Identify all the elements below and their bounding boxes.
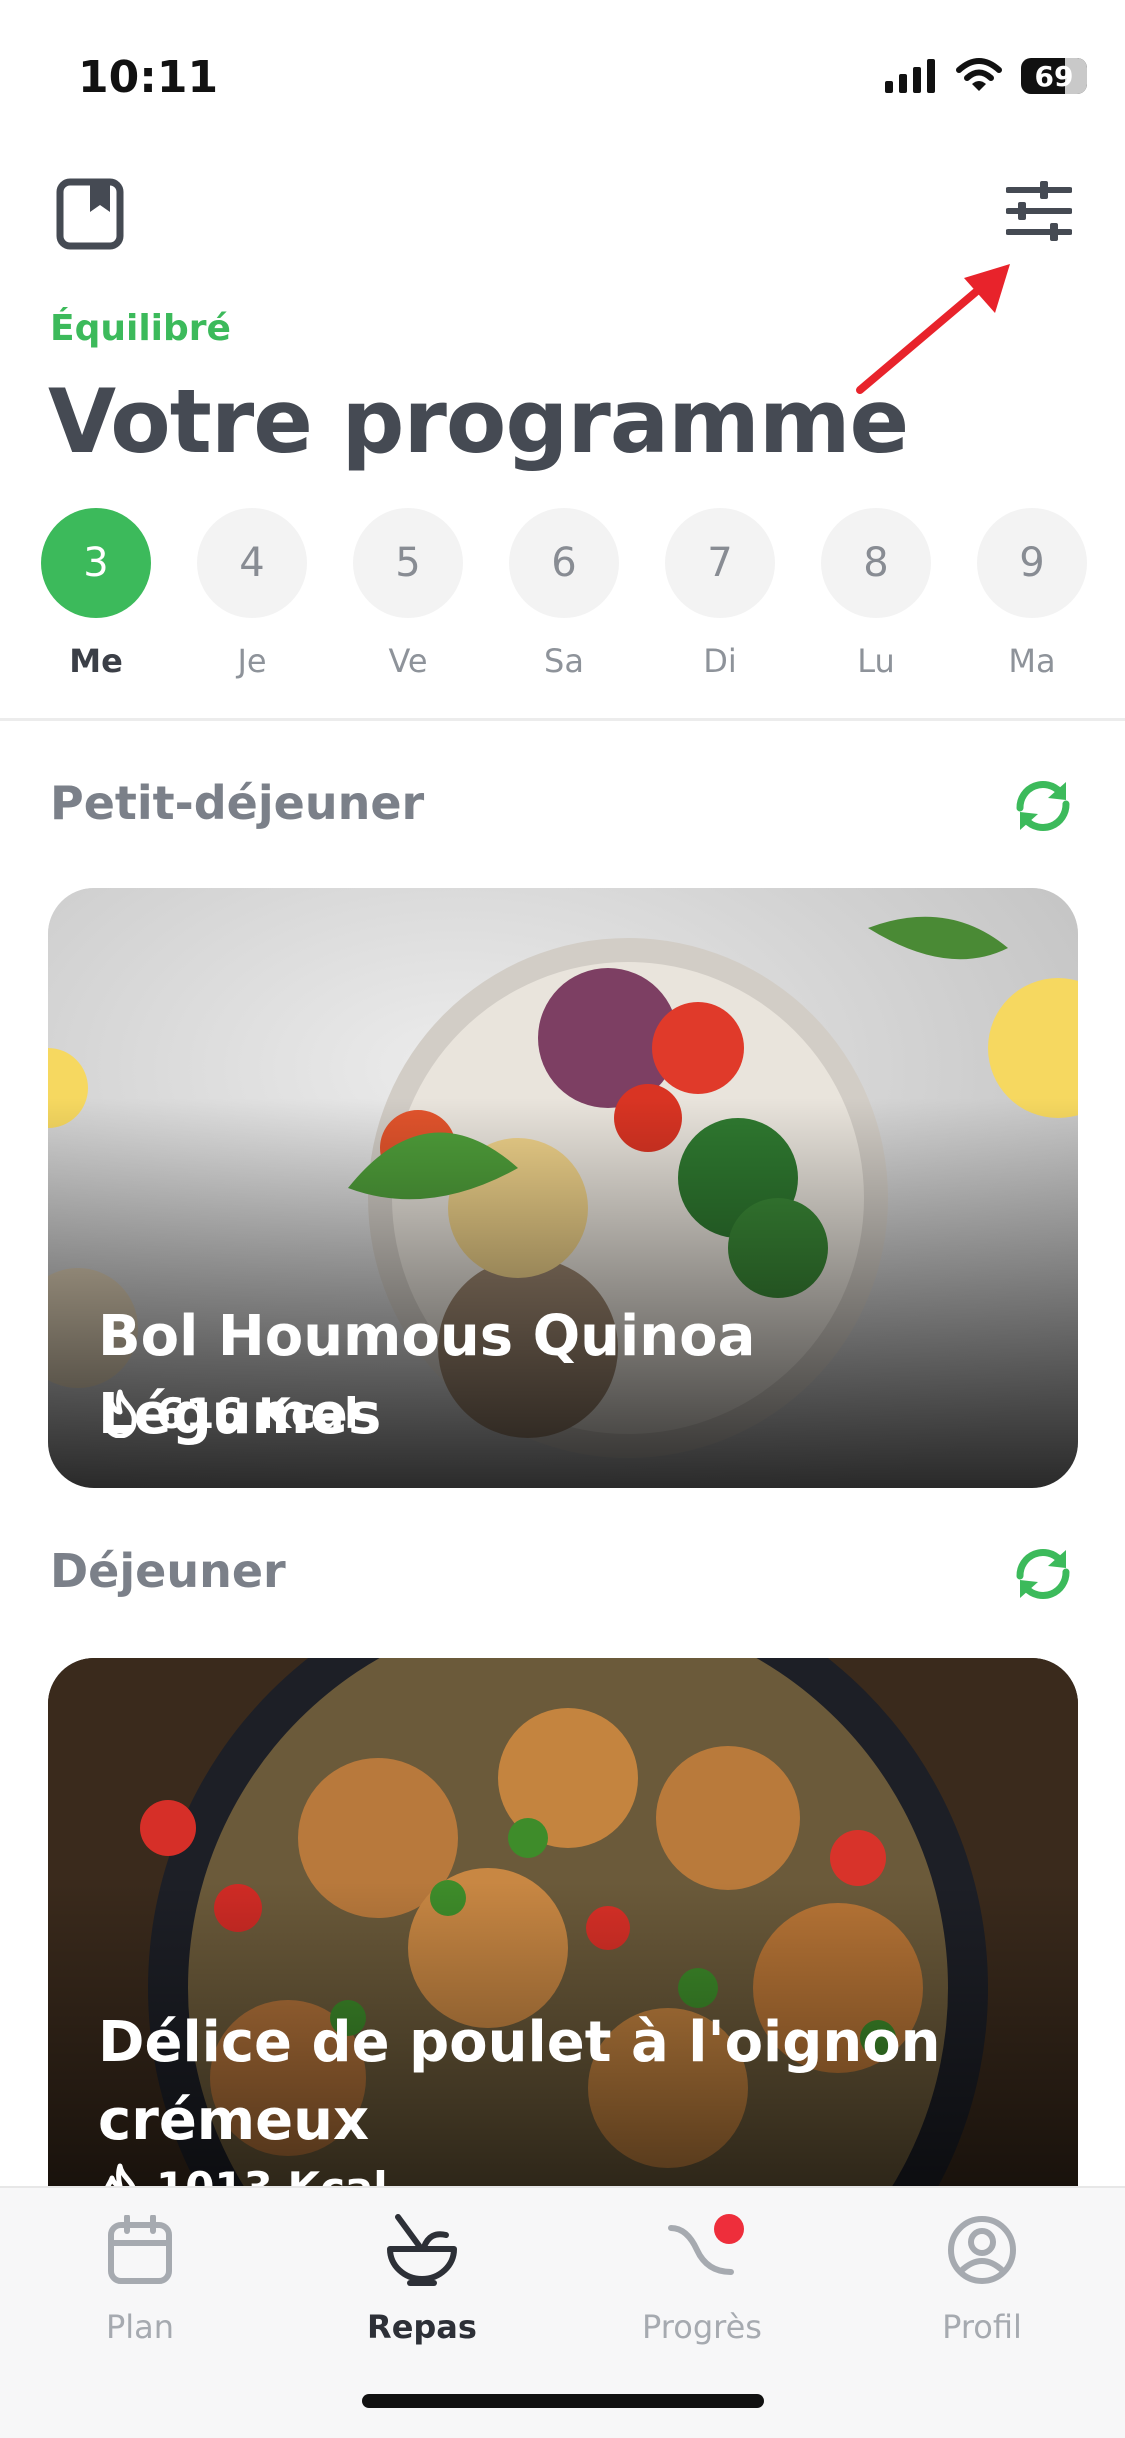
status-time: 10:11 (78, 52, 219, 103)
day-label: Ve (388, 642, 428, 680)
day-label: Ma (1008, 642, 1056, 680)
signal-icon (885, 59, 935, 93)
day-item[interactable]: 5 Ve (353, 508, 463, 680)
day-item[interactable]: 9 Ma (977, 508, 1087, 680)
meal-name: Délice de poulet à l'oignon crémeux (98, 2010, 941, 2153)
day-label: Me (69, 642, 123, 680)
day-label: Je (237, 642, 267, 680)
day-item[interactable]: 4 Je (197, 508, 307, 680)
tab-progres[interactable]: Progrès (602, 2210, 802, 2346)
calendar-icon (108, 2215, 172, 2284)
day-number: 4 (197, 508, 307, 618)
tab-profil[interactable]: Profil (882, 2210, 1082, 2346)
refresh-icon[interactable] (1010, 1546, 1076, 1602)
bowl-icon (387, 2214, 457, 2286)
diet-type-label: Équilibré (50, 308, 231, 349)
day-label: Sa (544, 642, 584, 680)
battery-icon: 69 (1021, 58, 1087, 94)
tab-plan[interactable]: Plan (40, 2210, 240, 2346)
page-title: Votre programme (48, 370, 909, 473)
calories-value: 616 Kcal (156, 1388, 359, 1438)
section-title-lunch: Déjeuner (50, 1544, 286, 1598)
profile-icon (948, 2216, 1016, 2284)
section-title-breakfast: Petit-déjeuner (50, 776, 425, 830)
tab-label: Progrès (642, 2308, 762, 2346)
tab-label: Plan (105, 2308, 175, 2346)
tab-repas[interactable]: Repas (322, 2210, 522, 2346)
day-item[interactable]: 3 Me (41, 508, 151, 680)
status-icons: 69 (885, 58, 1087, 94)
tab-label: Profil (942, 2308, 1022, 2346)
sliders-icon (1005, 181, 1073, 241)
day-number: 7 (665, 508, 775, 618)
meal-card-breakfast[interactable]: Bol Houmous Quinoa Légumes 616 Kcal (48, 888, 1078, 1488)
wifi-icon (956, 58, 1002, 91)
day-number: 6 (509, 508, 619, 618)
battery-level: 69 (1034, 59, 1074, 93)
refresh-icon[interactable] (1010, 778, 1076, 834)
bookmark-button[interactable] (56, 178, 124, 254)
day-item[interactable]: 8 Lu (821, 508, 931, 680)
home-indicator (362, 2394, 764, 2408)
bookmark-icon (56, 178, 124, 250)
flame-icon (103, 1389, 137, 1438)
day-label: Di (703, 642, 737, 680)
day-item[interactable]: 6 Sa (509, 508, 619, 680)
tab-label: Repas (367, 2308, 477, 2346)
day-number: 5 (353, 508, 463, 618)
day-number: 3 (41, 508, 151, 618)
day-number: 8 (821, 508, 931, 618)
notification-dot (714, 2214, 744, 2244)
day-label: Lu (857, 642, 895, 680)
day-item[interactable]: 7 Di (665, 508, 775, 680)
day-number: 9 (977, 508, 1087, 618)
calories: 616 Kcal (100, 1388, 358, 1438)
divider (0, 718, 1125, 721)
filter-settings-button[interactable] (1005, 180, 1073, 246)
